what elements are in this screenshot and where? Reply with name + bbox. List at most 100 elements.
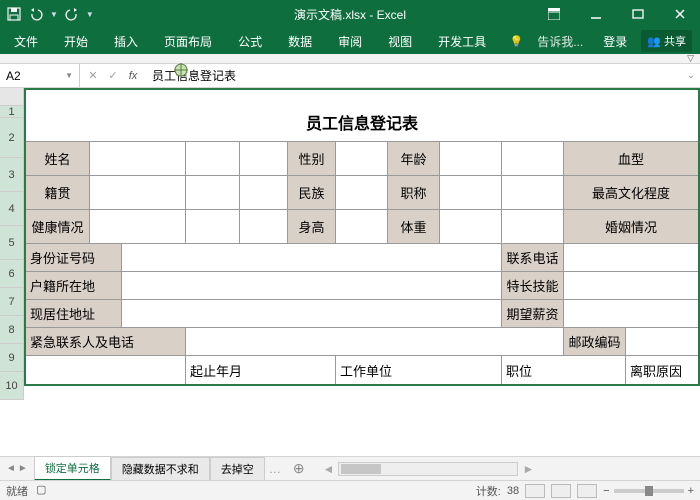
status-count-label: 计数: bbox=[476, 483, 501, 499]
label-skill: 特长技能 bbox=[502, 272, 564, 299]
label-period: 起止年月 bbox=[186, 356, 336, 384]
cell[interactable] bbox=[336, 142, 388, 175]
zoom-in-button[interactable]: + bbox=[688, 485, 694, 497]
formula-expand-icon[interactable]: ⌄ bbox=[682, 70, 700, 81]
cell[interactable] bbox=[90, 210, 186, 243]
macro-record-icon[interactable]: ▢ bbox=[36, 483, 46, 499]
tab-data[interactable]: 数据 bbox=[282, 29, 318, 54]
cell[interactable] bbox=[564, 272, 698, 299]
tab-view[interactable]: 视图 bbox=[382, 29, 418, 54]
row-10[interactable]: 10 bbox=[0, 372, 24, 400]
sheet-tab-2[interactable]: 隐藏数据不求和 bbox=[111, 457, 210, 480]
tab-home[interactable]: 开始 bbox=[58, 29, 94, 54]
cell[interactable] bbox=[90, 176, 186, 209]
row-7[interactable]: 7 bbox=[0, 288, 24, 316]
row-2[interactable]: 2 bbox=[0, 118, 24, 158]
ribbon-tabs: 文件 开始 插入 页面布局 公式 数据 审阅 视图 开发工具 💡 告诉我... … bbox=[0, 28, 700, 54]
cell[interactable] bbox=[122, 272, 502, 299]
sheet-prev-icon[interactable]: ◄ bbox=[6, 463, 16, 474]
zoom-control: − + bbox=[603, 485, 694, 497]
row-4[interactable]: 4 bbox=[0, 192, 24, 226]
cell[interactable] bbox=[502, 210, 564, 243]
status-count: 38 bbox=[507, 485, 519, 497]
cell[interactable] bbox=[186, 176, 240, 209]
label-weight: 体重 bbox=[388, 210, 440, 243]
zoom-slider[interactable] bbox=[614, 489, 684, 493]
cell[interactable] bbox=[240, 142, 288, 175]
cell[interactable] bbox=[336, 210, 388, 243]
cell[interactable] bbox=[122, 300, 502, 327]
hscroll-right-icon[interactable]: ► bbox=[518, 462, 534, 476]
namebox-caret-icon[interactable]: ▼ bbox=[65, 71, 73, 80]
cell[interactable] bbox=[564, 300, 698, 327]
maximize-button[interactable] bbox=[618, 0, 658, 28]
row-5[interactable]: 5 bbox=[0, 226, 24, 260]
enter-formula-icon[interactable]: ✓ bbox=[104, 67, 122, 85]
hscroll-left-icon[interactable]: ◄ bbox=[323, 462, 339, 476]
scroll-thumb[interactable] bbox=[341, 464, 381, 474]
cancel-formula-icon[interactable]: ✕ bbox=[84, 67, 102, 85]
ribbon-options-icon[interactable] bbox=[534, 0, 574, 28]
minimize-button[interactable] bbox=[576, 0, 616, 28]
cell[interactable] bbox=[502, 176, 564, 209]
fx-icon[interactable]: fx bbox=[124, 67, 142, 85]
zoom-out-button[interactable]: − bbox=[603, 485, 609, 497]
cell[interactable] bbox=[240, 210, 288, 243]
share-button[interactable]: 👥 共享 bbox=[641, 30, 692, 52]
row-6[interactable]: 6 bbox=[0, 260, 24, 288]
formula-input[interactable]: 员工信息登记表 bbox=[146, 67, 682, 84]
cell[interactable] bbox=[440, 142, 502, 175]
name-box-value: A2 bbox=[6, 69, 21, 83]
row-1[interactable]: 1 bbox=[0, 106, 24, 118]
save-icon[interactable] bbox=[6, 6, 22, 22]
cell[interactable] bbox=[440, 176, 502, 209]
horizontal-scrollbar[interactable] bbox=[338, 462, 518, 476]
undo-caret-icon[interactable]: ▼ bbox=[50, 10, 58, 19]
cell[interactable] bbox=[186, 142, 240, 175]
tab-review[interactable]: 审阅 bbox=[332, 29, 368, 54]
undo-icon[interactable] bbox=[28, 6, 44, 22]
cell[interactable] bbox=[186, 328, 564, 355]
qat-more-icon[interactable]: ▼ bbox=[86, 10, 94, 19]
cell[interactable] bbox=[122, 244, 502, 271]
label-company: 工作单位 bbox=[336, 356, 502, 384]
row-3[interactable]: 3 bbox=[0, 158, 24, 192]
sheet-tab-3[interactable]: 去掉空 bbox=[210, 457, 265, 480]
close-button[interactable] bbox=[660, 0, 700, 28]
status-mode: 就绪 bbox=[6, 483, 28, 499]
cell[interactable] bbox=[26, 356, 186, 384]
window-controls bbox=[534, 0, 700, 28]
cell[interactable] bbox=[564, 244, 698, 271]
tab-formula[interactable]: 公式 bbox=[232, 29, 268, 54]
spreadsheet-grid[interactable]: A B C D E F G H I J K 1 2 3 4 5 6 7 8 9 … bbox=[0, 88, 700, 458]
cell[interactable] bbox=[626, 328, 698, 355]
tab-insert[interactable]: 插入 bbox=[108, 29, 144, 54]
tab-dev[interactable]: 开发工具 bbox=[432, 29, 492, 54]
sheet-next-icon[interactable]: ► bbox=[18, 463, 28, 474]
redo-icon[interactable] bbox=[64, 6, 80, 22]
ribbon-collapse-icon[interactable]: ▽ bbox=[687, 53, 694, 64]
cell[interactable] bbox=[90, 142, 186, 175]
cell[interactable] bbox=[440, 210, 502, 243]
add-sheet-button[interactable]: ⊕ bbox=[285, 460, 313, 477]
sheet-tab-active[interactable]: 锁定单元格 bbox=[34, 456, 111, 481]
label-postcode: 邮政编码 bbox=[564, 328, 626, 355]
tab-layout[interactable]: 页面布局 bbox=[158, 29, 218, 54]
view-normal-icon[interactable] bbox=[525, 484, 545, 498]
row-8[interactable]: 8 bbox=[0, 316, 24, 344]
label-emergency: 紧急联系人及电话 bbox=[26, 328, 186, 355]
label-leave: 离职原因 bbox=[626, 356, 698, 384]
tab-tellme[interactable]: 告诉我... bbox=[531, 29, 589, 54]
cell[interactable] bbox=[186, 210, 240, 243]
signin-button[interactable]: 登录 bbox=[597, 29, 633, 54]
name-box[interactable]: A2 ▼ bbox=[0, 64, 80, 87]
select-all-corner[interactable] bbox=[0, 88, 24, 105]
cell[interactable] bbox=[502, 142, 564, 175]
cell[interactable] bbox=[240, 176, 288, 209]
view-pagebreak-icon[interactable] bbox=[577, 484, 597, 498]
label-marriage: 婚姻情况 bbox=[564, 210, 698, 243]
cell[interactable] bbox=[336, 176, 388, 209]
tab-file[interactable]: 文件 bbox=[8, 29, 44, 54]
row-9[interactable]: 9 bbox=[0, 344, 24, 372]
view-layout-icon[interactable] bbox=[551, 484, 571, 498]
